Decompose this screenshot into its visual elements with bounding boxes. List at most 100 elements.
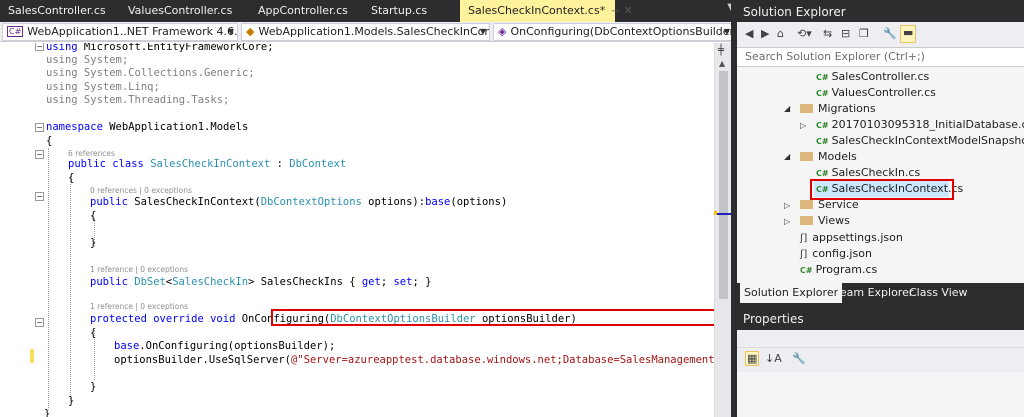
tree-item-label: ValuesController.cs bbox=[831, 86, 936, 99]
tab-class-view[interactable]: Class View bbox=[905, 283, 972, 303]
tab-app-controller[interactable]: AppController.cs bbox=[250, 0, 356, 22]
tree-item-sales-controller[interactable]: C# SalesController.cs bbox=[816, 69, 929, 85]
project-dropdown-label: WebApplication1..NET Framework 4.6.1 bbox=[27, 25, 238, 38]
tree-item-label: Migrations bbox=[818, 102, 876, 115]
code-line: using System.Linq; bbox=[46, 81, 160, 93]
code-token: (options) bbox=[450, 196, 508, 208]
tab-startup[interactable]: Startup.cs bbox=[363, 0, 435, 22]
categorized-icon[interactable]: ▦ bbox=[745, 351, 760, 366]
tree-item-models-folder[interactable]: Models bbox=[800, 149, 857, 165]
tree-item-label: config.json bbox=[812, 247, 872, 260]
codelens-references[interactable]: 1 reference | 0 exceptions bbox=[90, 302, 188, 311]
forward-icon[interactable]: ▶ bbox=[761, 27, 769, 40]
show-all-files-icon[interactable]: ❐ bbox=[859, 27, 869, 40]
type-token: DbContextOptions bbox=[260, 196, 362, 208]
code-text-area[interactable]: − − − − − using Microsoft.EntityFramewor… bbox=[0, 43, 714, 417]
properties-title: Properties bbox=[737, 309, 1024, 329]
collapse-icon[interactable]: − bbox=[35, 150, 44, 159]
keyword-token: class bbox=[105, 158, 151, 170]
code-token: SalesCheckInContext( bbox=[127, 196, 261, 208]
collapse-icon[interactable]: − bbox=[35, 318, 44, 327]
chevron-down-icon: ▼ bbox=[479, 27, 486, 36]
code-editor-pane: SalesController.cs ValuesController.cs A… bbox=[0, 0, 737, 417]
collapsed-arrow-icon[interactable]: ▷ bbox=[784, 201, 790, 210]
collapse-icon[interactable]: − bbox=[35, 123, 44, 132]
keyword-token: get bbox=[361, 276, 381, 288]
tree-item-views-folder[interactable]: Views bbox=[800, 213, 850, 229]
code-line: public DbSet<SalesCheckIn> SalesCheckIns… bbox=[90, 275, 431, 289]
alphabetical-icon[interactable]: ↓A bbox=[765, 352, 782, 365]
tab-label: SalesController.cs bbox=[8, 4, 106, 17]
keyword-token: public bbox=[68, 158, 106, 170]
preview-selected-icon[interactable]: ▬ bbox=[900, 25, 917, 43]
codelens-references[interactable]: 0 references | 0 exceptions bbox=[90, 186, 192, 195]
expanded-arrow-icon[interactable]: ◢ bbox=[784, 104, 790, 113]
folder-icon bbox=[800, 104, 813, 113]
code-line: using System; bbox=[46, 54, 129, 66]
home-icon[interactable]: ⌂ bbox=[777, 27, 784, 40]
tree-item-values-controller[interactable]: C# ValuesController.cs bbox=[816, 85, 936, 101]
keyword-token: protected override void bbox=[90, 313, 236, 325]
project-dropdown[interactable]: C# WebApplication1..NET Framework 4.6.1 ▼ bbox=[2, 23, 238, 41]
code-token: : bbox=[270, 158, 290, 170]
code-token: options): bbox=[361, 196, 426, 208]
code-line: } bbox=[90, 381, 97, 393]
properties-object-selector[interactable] bbox=[737, 330, 1024, 348]
tree-item-config-json[interactable]: ʃ] config.json bbox=[800, 246, 872, 262]
solution-explorer-search-input[interactable]: Search Solution Explorer (Ctrl+;) bbox=[737, 48, 1024, 67]
folder-icon bbox=[800, 200, 813, 209]
type-token: DbContext bbox=[289, 158, 347, 170]
code-line: { bbox=[68, 172, 75, 184]
folder-icon bbox=[800, 152, 813, 161]
tab-values-controller[interactable]: ValuesController.cs bbox=[120, 0, 240, 22]
pin-icon[interactable]: ⊸ bbox=[611, 6, 619, 17]
vertical-scrollbar[interactable]: ╪ ▲ bbox=[714, 43, 732, 417]
scrollbar-thumb[interactable] bbox=[719, 71, 728, 299]
csharp-file-icon: C# bbox=[816, 137, 829, 146]
tab-sales-checkin-context[interactable]: SalesCheckInContext.cs* ⊸ ✕ bbox=[460, 0, 633, 22]
member-dropdown[interactable]: ◈ OnConfiguring(DbContextOptionsBuilder o… bbox=[493, 23, 734, 41]
codelens-references[interactable]: 1 reference | 0 exceptions bbox=[90, 265, 188, 274]
json-file-icon: ʃ] bbox=[800, 233, 808, 244]
collapse-icon[interactable]: − bbox=[35, 43, 44, 51]
tab-solution-explorer[interactable]: Solution Explorer bbox=[740, 283, 843, 303]
back-icon[interactable]: ◀ bbox=[745, 27, 753, 40]
property-pages-icon[interactable]: 🔧 bbox=[792, 352, 806, 365]
class-dropdown[interactable]: ◆ WebApplication1.Models.SalesCheckInCont… bbox=[241, 23, 490, 41]
keyword-token: base bbox=[425, 196, 451, 208]
code-line: { bbox=[90, 210, 97, 222]
csharp-file-icon: C# bbox=[816, 73, 829, 82]
tab-label: Startup.cs bbox=[371, 4, 428, 17]
tree-item-migrations-folder[interactable]: Migrations bbox=[800, 101, 876, 117]
close-icon[interactable]: ✕ bbox=[624, 4, 633, 17]
scroll-up-icon[interactable]: ▲ bbox=[719, 59, 725, 68]
collapsed-arrow-icon[interactable]: ▷ bbox=[784, 217, 790, 226]
tree-item-label: SalesController.cs bbox=[831, 70, 930, 83]
indicator-margin bbox=[0, 43, 34, 417]
indent-guide bbox=[70, 176, 71, 401]
navigation-bar: C# WebApplication1..NET Framework 4.6.1 ▼ … bbox=[0, 22, 737, 42]
connection-string-token: @"Server=azureapptest.database.windows.n… bbox=[291, 354, 714, 366]
properties-wrench-icon[interactable]: 🔧 bbox=[883, 27, 897, 40]
code-line: } bbox=[68, 395, 75, 407]
tree-item-model-snapshot[interactable]: C#SalesCheckInContextModelSnapshot.cs bbox=[816, 133, 1024, 149]
connection-string-highlight bbox=[271, 309, 716, 326]
tree-item-program[interactable]: C# Program.cs bbox=[800, 262, 877, 278]
keyword-token: using bbox=[46, 43, 78, 53]
tree-item-label: Program.cs bbox=[815, 263, 878, 276]
class-icon: ◆ bbox=[246, 25, 255, 38]
collapse-icon[interactable]: − bbox=[35, 192, 44, 201]
split-window-icon[interactable]: ╪ bbox=[718, 45, 724, 56]
collapse-all-icon[interactable]: ⊟ bbox=[841, 27, 850, 40]
sync-icon[interactable]: ⇆ bbox=[823, 27, 832, 40]
tab-sales-controller[interactable]: SalesController.cs bbox=[0, 0, 114, 22]
tree-item-initial-database[interactable]: C# 20170103095318_InitialDatabase.cs bbox=[816, 117, 1024, 133]
tree-item-label: Models bbox=[818, 150, 857, 163]
tree-item-label: 20170103095318_InitialDatabase.cs bbox=[831, 118, 1024, 131]
collapsed-arrow-icon[interactable]: ▷ bbox=[800, 121, 806, 130]
expanded-arrow-icon[interactable]: ◢ bbox=[784, 152, 790, 161]
code-line: } bbox=[44, 408, 51, 417]
history-icon[interactable]: ⟲▾ bbox=[797, 27, 812, 40]
tab-label: SalesCheckInContext.cs* bbox=[468, 4, 606, 17]
tree-item-appsettings[interactable]: ʃ] appsettings.json bbox=[800, 230, 903, 246]
